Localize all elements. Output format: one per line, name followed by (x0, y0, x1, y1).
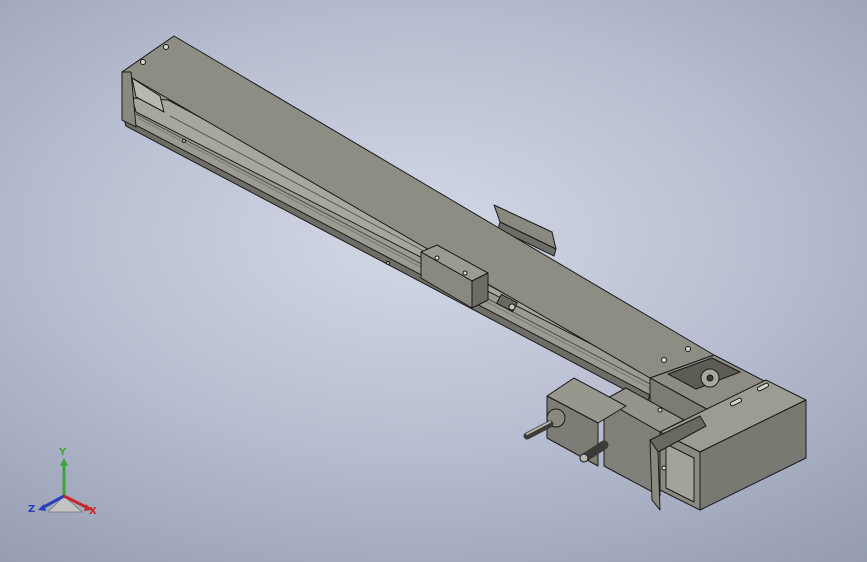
body-top-plate (121, 35, 715, 379)
orientation-triad: Y Z X (26, 448, 106, 523)
top-hole-3 (661, 357, 667, 363)
axis-x-label: X (89, 506, 97, 517)
top-hole-1 (140, 59, 146, 65)
axis-z-label: Z (28, 504, 36, 515)
connector-tip (579, 453, 589, 463)
side-screw-1 (657, 407, 663, 413)
y-axis-arrowhead (60, 458, 68, 466)
ballscrew-end (508, 303, 516, 311)
top-hole-4 (685, 346, 691, 352)
rail-groove-2 (137, 117, 651, 389)
side-screw-3 (386, 261, 390, 265)
actuator-model[interactable] (0, 0, 867, 562)
carriage-screw-2 (462, 270, 468, 276)
carriage-screw-1 (434, 255, 440, 261)
side-screw-4 (182, 139, 186, 143)
top-hole-2 (163, 44, 169, 50)
coupling-center (706, 374, 714, 382)
axis-y-label: Y (59, 447, 67, 458)
rail-groove-1 (135, 113, 651, 385)
graphics-viewport[interactable]: Y Z X (0, 0, 867, 562)
side-screw-2 (661, 465, 667, 471)
